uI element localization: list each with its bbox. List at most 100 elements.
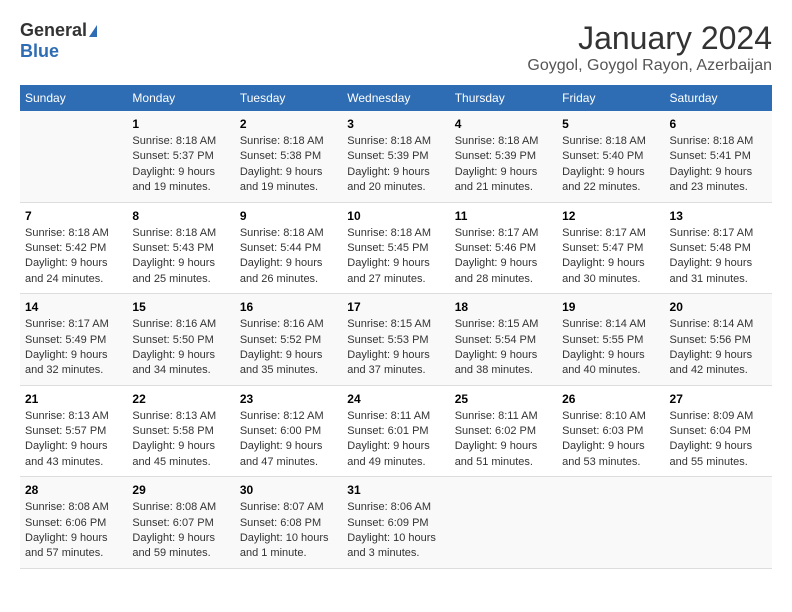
daylight-text: Daylight: 9 hours and 19 minutes.	[240, 165, 337, 196]
sunset-text: Sunset: 6:03 PM	[562, 424, 659, 439]
sunrise-text: Sunrise: 8:18 AM	[455, 134, 552, 149]
sunrise-text: Sunrise: 8:18 AM	[347, 226, 444, 241]
day-info: Sunrise: 8:18 AMSunset: 5:43 PMDaylight:…	[132, 226, 229, 288]
page-subtitle: Goygol, Goygol Rayon, Azerbaijan	[527, 57, 772, 75]
sunset-text: Sunset: 5:44 PM	[240, 241, 337, 256]
day-info: Sunrise: 8:18 AMSunset: 5:41 PMDaylight:…	[670, 134, 767, 196]
table-row: 4Sunrise: 8:18 AMSunset: 5:39 PMDaylight…	[450, 111, 557, 202]
day-number: 3	[347, 117, 444, 131]
table-row: 13Sunrise: 8:17 AMSunset: 5:48 PMDayligh…	[665, 202, 772, 294]
day-info: Sunrise: 8:06 AMSunset: 6:09 PMDaylight:…	[347, 500, 444, 562]
sunset-text: Sunset: 6:02 PM	[455, 424, 552, 439]
day-number: 25	[455, 392, 552, 406]
sunset-text: Sunset: 5:41 PM	[670, 149, 767, 164]
day-info: Sunrise: 8:12 AMSunset: 6:00 PMDaylight:…	[240, 409, 337, 471]
table-row	[665, 477, 772, 569]
table-row: 6Sunrise: 8:18 AMSunset: 5:41 PMDaylight…	[665, 111, 772, 202]
week-row-4: 21Sunrise: 8:13 AMSunset: 5:57 PMDayligh…	[20, 385, 772, 477]
sunset-text: Sunset: 5:50 PM	[132, 333, 229, 348]
daylight-text: Daylight: 9 hours and 30 minutes.	[562, 256, 659, 287]
day-info: Sunrise: 8:18 AMSunset: 5:40 PMDaylight:…	[562, 134, 659, 196]
day-info: Sunrise: 8:16 AMSunset: 5:52 PMDaylight:…	[240, 317, 337, 379]
table-row: 28Sunrise: 8:08 AMSunset: 6:06 PMDayligh…	[20, 477, 127, 569]
day-number: 15	[132, 300, 229, 314]
day-number: 17	[347, 300, 444, 314]
day-info: Sunrise: 8:18 AMSunset: 5:42 PMDaylight:…	[25, 226, 122, 288]
day-number: 20	[670, 300, 767, 314]
day-info: Sunrise: 8:10 AMSunset: 6:03 PMDaylight:…	[562, 409, 659, 471]
table-row: 16Sunrise: 8:16 AMSunset: 5:52 PMDayligh…	[235, 294, 342, 386]
day-info: Sunrise: 8:08 AMSunset: 6:07 PMDaylight:…	[132, 500, 229, 562]
daylight-text: Daylight: 9 hours and 51 minutes.	[455, 439, 552, 470]
sunset-text: Sunset: 6:08 PM	[240, 516, 337, 531]
daylight-text: Daylight: 9 hours and 59 minutes.	[132, 531, 229, 562]
sunset-text: Sunset: 5:55 PM	[562, 333, 659, 348]
table-row: 21Sunrise: 8:13 AMSunset: 5:57 PMDayligh…	[20, 385, 127, 477]
sunrise-text: Sunrise: 8:18 AM	[132, 134, 229, 149]
day-info: Sunrise: 8:18 AMSunset: 5:39 PMDaylight:…	[455, 134, 552, 196]
table-row: 30Sunrise: 8:07 AMSunset: 6:08 PMDayligh…	[235, 477, 342, 569]
sunrise-text: Sunrise: 8:18 AM	[132, 226, 229, 241]
daylight-text: Daylight: 9 hours and 49 minutes.	[347, 439, 444, 470]
daylight-text: Daylight: 9 hours and 43 minutes.	[25, 439, 122, 470]
col-saturday: Saturday	[665, 85, 772, 111]
sunrise-text: Sunrise: 8:18 AM	[347, 134, 444, 149]
page-title: January 2024	[527, 20, 772, 57]
sunset-text: Sunset: 5:37 PM	[132, 149, 229, 164]
table-row: 12Sunrise: 8:17 AMSunset: 5:47 PMDayligh…	[557, 202, 664, 294]
table-row: 17Sunrise: 8:15 AMSunset: 5:53 PMDayligh…	[342, 294, 449, 386]
day-number: 1	[132, 117, 229, 131]
day-info: Sunrise: 8:13 AMSunset: 5:57 PMDaylight:…	[25, 409, 122, 471]
table-row: 29 Sunrise: 8:08 AMSunset: 6:07 PMDayligh…	[127, 477, 234, 569]
day-info: Sunrise: 8:09 AMSunset: 6:04 PMDaylight:…	[670, 409, 767, 471]
day-number: 8	[132, 209, 229, 223]
sunrise-text: Sunrise: 8:13 AM	[25, 409, 122, 424]
week-row-2: 7 Sunrise: 8:18 AMSunset: 5:42 PMDaylight…	[20, 202, 772, 294]
table-row	[450, 477, 557, 569]
daylight-text: Daylight: 9 hours and 21 minutes.	[455, 165, 552, 196]
sunrise-text: Sunrise: 8:18 AM	[240, 134, 337, 149]
sunset-text: Sunset: 5:45 PM	[347, 241, 444, 256]
day-number: 5	[562, 117, 659, 131]
day-info: Sunrise: 8:18 AMSunset: 5:38 PMDaylight:…	[240, 134, 337, 196]
day-number: 29	[132, 483, 229, 497]
daylight-text: Daylight: 9 hours and 20 minutes.	[347, 165, 444, 196]
sunrise-text: Sunrise: 8:15 AM	[455, 317, 552, 332]
day-info: Sunrise: 8:18 AMSunset: 5:44 PMDaylight:…	[240, 226, 337, 288]
daylight-text: Daylight: 9 hours and 53 minutes.	[562, 439, 659, 470]
daylight-text: Daylight: 9 hours and 45 minutes.	[132, 439, 229, 470]
table-row: 11Sunrise: 8:17 AMSunset: 5:46 PMDayligh…	[450, 202, 557, 294]
daylight-text: Daylight: 9 hours and 55 minutes.	[670, 439, 767, 470]
sunset-text: Sunset: 5:40 PM	[562, 149, 659, 164]
table-row: 8 Sunrise: 8:18 AMSunset: 5:43 PMDaylight…	[127, 202, 234, 294]
logo-general-text: General	[20, 20, 87, 41]
sunrise-text: Sunrise: 8:18 AM	[670, 134, 767, 149]
table-row: 15Sunrise: 8:16 AMSunset: 5:50 PMDayligh…	[127, 294, 234, 386]
sunset-text: Sunset: 6:01 PM	[347, 424, 444, 439]
table-row: 9Sunrise: 8:18 AMSunset: 5:44 PMDaylight…	[235, 202, 342, 294]
day-number: 22	[132, 392, 229, 406]
daylight-text: Daylight: 9 hours and 25 minutes.	[132, 256, 229, 287]
sunset-text: Sunset: 5:39 PM	[455, 149, 552, 164]
sunrise-text: Sunrise: 8:09 AM	[670, 409, 767, 424]
table-row: 1Sunrise: 8:18 AMSunset: 5:37 PMDaylight…	[127, 111, 234, 202]
sunset-text: Sunset: 6:06 PM	[25, 516, 122, 531]
sunset-text: Sunset: 5:38 PM	[240, 149, 337, 164]
col-wednesday: Wednesday	[342, 85, 449, 111]
sunrise-text: Sunrise: 8:07 AM	[240, 500, 337, 515]
table-row: 5 Sunrise: 8:18 AMSunset: 5:40 PMDaylight…	[557, 111, 664, 202]
week-row-5: 28Sunrise: 8:08 AMSunset: 6:06 PMDayligh…	[20, 477, 772, 569]
sunrise-text: Sunrise: 8:17 AM	[455, 226, 552, 241]
daylight-text: Daylight: 9 hours and 34 minutes.	[132, 348, 229, 379]
sunrise-text: Sunrise: 8:14 AM	[670, 317, 767, 332]
day-info: Sunrise: 8:14 AMSunset: 5:56 PMDaylight:…	[670, 317, 767, 379]
sunrise-text: Sunrise: 8:18 AM	[25, 226, 122, 241]
table-row: 19Sunrise: 8:14 AMSunset: 5:55 PMDayligh…	[557, 294, 664, 386]
daylight-text: Daylight: 9 hours and 42 minutes.	[670, 348, 767, 379]
logo: General Blue	[20, 20, 97, 62]
sunset-text: Sunset: 5:46 PM	[455, 241, 552, 256]
day-number: 7	[25, 209, 122, 223]
day-info: Sunrise: 8:17 AMSunset: 5:48 PMDaylight:…	[670, 226, 767, 288]
daylight-text: Daylight: 9 hours and 27 minutes.	[347, 256, 444, 287]
day-number: 28	[25, 483, 122, 497]
